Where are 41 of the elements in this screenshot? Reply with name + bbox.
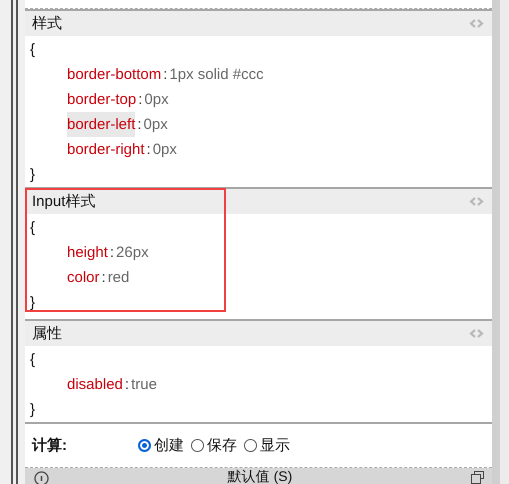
- property-name: color: [67, 268, 100, 288]
- colon: :: [102, 268, 106, 288]
- radio-label[interactable]: 保存: [207, 436, 237, 455]
- property-value: true: [131, 375, 157, 395]
- property-name: height: [67, 243, 108, 263]
- colon: :: [137, 115, 142, 135]
- radio-label[interactable]: 显示: [260, 436, 290, 455]
- close-brace: }: [30, 293, 36, 313]
- colon: :: [124, 375, 130, 395]
- property-name: border-bottom: [67, 65, 162, 85]
- section-title: 样式: [32, 14, 62, 33]
- property-value: 1px solid #ccc: [169, 65, 264, 85]
- panel-title: 默认值 (S): [226, 468, 294, 484]
- restore-window-icon[interactable]: [471, 471, 484, 484]
- section-title: Input样式: [32, 192, 96, 211]
- open-brace: {: [30, 350, 36, 370]
- calc-label: 计算:: [32, 436, 68, 455]
- section-title: 属性: [32, 324, 62, 343]
- property-value: red: [108, 268, 130, 288]
- property-name: border-top: [67, 90, 136, 110]
- close-brace: }: [30, 165, 36, 185]
- property-value: 26px: [116, 243, 149, 263]
- colon: :: [138, 90, 142, 110]
- close-brace: }: [30, 400, 36, 420]
- scrollbar-track[interactable]: [492, 0, 500, 484]
- property-value: 0px: [152, 140, 177, 160]
- radio-button[interactable]: [138, 439, 151, 452]
- radio-label[interactable]: 创建: [154, 436, 184, 455]
- colon: :: [110, 243, 114, 263]
- colon: :: [163, 65, 168, 85]
- info-icon[interactable]: [34, 471, 49, 484]
- property-name: border-left: [67, 112, 136, 137]
- open-brace: {: [30, 40, 36, 60]
- property-name: border-right: [67, 140, 145, 160]
- radio-button[interactable]: [191, 439, 204, 452]
- colon: :: [146, 140, 151, 160]
- radio-button[interactable]: [244, 439, 257, 452]
- property-value: 0px: [144, 115, 168, 135]
- property-name: disabled: [67, 375, 123, 395]
- open-brace: {: [30, 218, 36, 238]
- property-value: 0px: [144, 90, 169, 110]
